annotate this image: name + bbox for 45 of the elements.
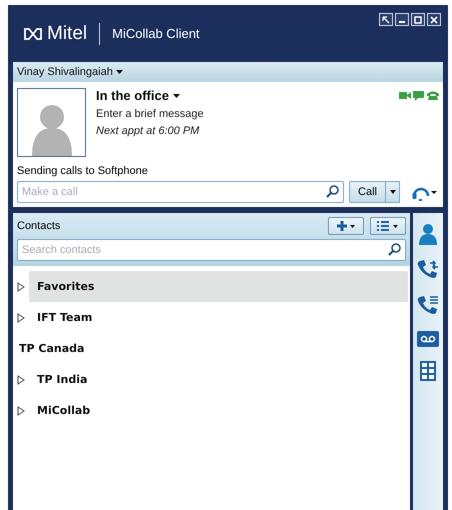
contacts-icon[interactable] xyxy=(418,223,438,245)
user-menu[interactable]: Vinay Shivalingaiah xyxy=(17,66,123,78)
list-caret-icon xyxy=(376,220,400,232)
contact-group[interactable]: Favorites xyxy=(29,271,408,302)
status-menu[interactable]: In the office xyxy=(96,88,180,103)
view-options-button[interactable] xyxy=(370,217,406,235)
availability-icons xyxy=(399,90,439,101)
window-title: MiCollab Client xyxy=(112,26,200,41)
next-appointment: Next appt at 6:00 PM xyxy=(96,125,200,137)
dialpad-icon[interactable] xyxy=(420,361,436,381)
close-icon xyxy=(430,16,438,24)
logo-icon xyxy=(23,28,43,40)
voicemail-icon[interactable] xyxy=(417,331,439,347)
avatar xyxy=(17,88,86,157)
caret-icon xyxy=(172,94,180,98)
expand-arrow-icon[interactable] xyxy=(17,282,25,292)
contact-group[interactable]: TP India xyxy=(29,364,408,395)
arrow-icon xyxy=(382,16,390,24)
add-button[interactable] xyxy=(328,217,364,235)
maximize-button[interactable] xyxy=(411,13,425,26)
search-icon xyxy=(326,185,340,198)
expand-arrow-icon[interactable] xyxy=(17,406,25,416)
contact-group[interactable]: MiCollab xyxy=(29,395,408,426)
caret-icon xyxy=(116,70,123,74)
expand-arrow-icon[interactable] xyxy=(17,374,25,384)
close-button[interactable] xyxy=(427,13,441,26)
maximize-icon xyxy=(414,16,422,24)
contacts-title: Contacts xyxy=(17,220,60,232)
minimize-button[interactable] xyxy=(395,13,409,26)
search-contacts-field[interactable]: Search contacts xyxy=(17,239,406,261)
logo: Mitel xyxy=(47,22,88,44)
contact-group[interactable]: IFT Team xyxy=(29,302,408,333)
call-button[interactable]: Call xyxy=(349,181,386,203)
pin-button[interactable] xyxy=(379,13,393,26)
caret-icon xyxy=(390,190,396,194)
call-history-icon[interactable] xyxy=(417,295,439,317)
status-message[interactable]: Enter a brief message xyxy=(96,108,439,120)
search-icon xyxy=(388,243,401,256)
expand-arrow-icon[interactable] xyxy=(17,312,25,322)
call-transfer-icon[interactable] xyxy=(417,259,439,281)
plus-caret-icon xyxy=(336,220,356,232)
contact-group[interactable]: TP Canada xyxy=(11,333,408,364)
call-field[interactable]: Make a call xyxy=(17,181,344,203)
call-dropdown[interactable] xyxy=(386,181,400,203)
call-routing-text: Sending calls to Softphone xyxy=(17,165,149,177)
